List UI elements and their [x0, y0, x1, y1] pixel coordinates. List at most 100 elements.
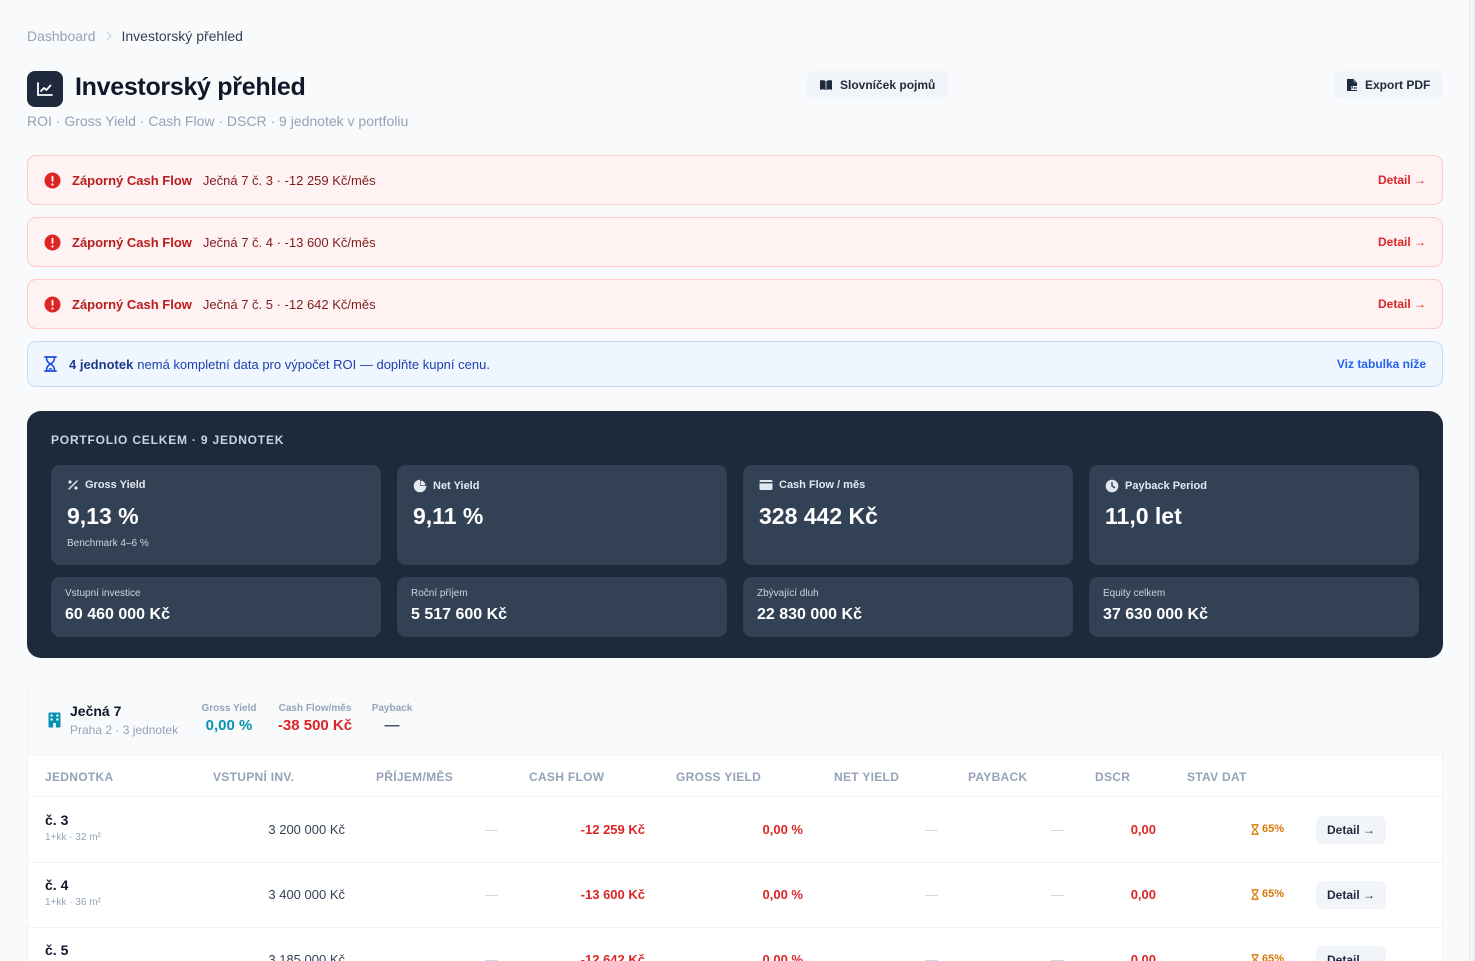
alert-negative-cashflow: Záporný Cash Flow Ječná 7 č. 4 · -13 600… [27, 217, 1443, 267]
stat-value: 5 517 600 Kč [411, 606, 508, 623]
column-header[interactable]: PŘÍJEM/MĚS [376, 770, 453, 784]
investment-cell: 3 400 000 Kč [268, 887, 345, 902]
column-header[interactable]: PAYBACK [968, 770, 1027, 784]
kpi-value: 11,0 let [1105, 503, 1182, 529]
row-detail-button[interactable]: Detail → [1316, 946, 1386, 961]
alert-negative-cashflow: Záporný Cash Flow Ječná 7 č. 5 · -12 642… [27, 279, 1443, 329]
gross-yield-cell: 0,00 % [762, 952, 803, 961]
alert-detail-link[interactable]: Detail → [1378, 173, 1426, 187]
percent-icon [68, 480, 78, 490]
table-row: č. 5 3 185 000 Kč — -12 642 Kč 0,00 % — … [28, 928, 1442, 961]
cash-flow-cell: -12 642 Kč [580, 952, 645, 961]
stat-value: 60 460 000 Kč [65, 606, 170, 623]
portfolio-title: PORTFOLIO CELKEM · 9 JEDNOTEK [51, 433, 285, 447]
alert-detail-link[interactable]: Detail → [1378, 297, 1426, 311]
breadcrumb: Dashboard Investorský přehled [27, 28, 243, 44]
alert-message: Ječná 7 č. 4 · -13 600 Kč/měs [202, 234, 376, 250]
column-header[interactable]: DSCR [1095, 770, 1130, 784]
building-subtitle: Praha 2 · 3 jednotek [70, 723, 179, 737]
building-stat-gross-yield: Gross Yield 0,00 % [199, 703, 259, 734]
net-yield-cell: — [925, 952, 938, 961]
investment-cell: 3 185 000 Kč [268, 952, 345, 961]
column-header[interactable]: STAV DAT [1187, 770, 1247, 784]
trending-chart-icon [27, 71, 63, 107]
info-text: nemá kompletní data pro výpočet ROI — do… [137, 356, 490, 372]
stat-card-investment: Vstupní investice 60 460 000 Kč [51, 577, 381, 637]
glossary-button[interactable]: Slovníček pojmů [807, 71, 948, 99]
breadcrumb-dashboard-link[interactable]: Dashboard [27, 28, 96, 44]
alert-title: Záporný Cash Flow [72, 172, 192, 188]
alert-message: Ječná 7 č. 5 · -12 642 Kč/měs [202, 296, 376, 312]
building-stat-cash-flow: Cash Flow/měs -38 500 Kč [274, 703, 356, 734]
hourglass-icon [1251, 953, 1259, 961]
wallet-icon [759, 480, 773, 490]
net-yield-cell: — [925, 887, 938, 902]
unit-cell: č. 5 [45, 942, 68, 961]
portfolio-summary: PORTFOLIO CELKEM · 9 JEDNOTEK Gross Yiel… [27, 411, 1443, 658]
alert-circle-icon [44, 234, 61, 250]
unit-cell: č. 4 1+kk · 36 m² [45, 877, 101, 908]
stat-label: Cash Flow/měs [278, 703, 352, 714]
page-title: Investorský přehled [75, 73, 306, 101]
unit-meta: 1+kk · 36 m² [45, 897, 101, 908]
column-header[interactable]: CASH FLOW [529, 770, 604, 784]
data-status-value: 65% [1261, 823, 1284, 835]
column-header[interactable]: GROSS YIELD [676, 770, 761, 784]
incomplete-data-banner: 4 jednotek nemá kompletní data pro výpoč… [27, 341, 1443, 387]
page-scrollbar[interactable] [1469, 0, 1475, 961]
column-header[interactable]: VSTUPNÍ INV. [213, 770, 294, 784]
row-detail-button[interactable]: Detail → [1316, 816, 1386, 844]
stat-label: Roční příjem [411, 588, 468, 599]
alert-circle-icon [44, 296, 61, 312]
hourglass-icon [1251, 823, 1259, 835]
clock-icon [1105, 479, 1119, 493]
investment-cell: 3 200 000 Kč [268, 822, 345, 837]
alert-title: Záporný Cash Flow [72, 234, 192, 250]
kpi-card-gross-yield: Gross Yield 9,13 % Benchmark 4–6 % [51, 465, 381, 565]
income-cell: — [485, 887, 498, 902]
stat-label: Vstupní investice [65, 588, 141, 599]
stat-label: Payback [371, 703, 413, 714]
unit-name: č. 3 [45, 812, 69, 828]
income-cell: — [485, 822, 498, 837]
alert-title: Záporný Cash Flow [72, 296, 192, 312]
cash-flow-cell: -13 600 Kč [580, 887, 645, 902]
stat-value: 37 630 000 Kč [1103, 606, 1208, 623]
stat-card-annual-income: Roční příjem 5 517 600 Kč [397, 577, 727, 637]
hourglass-icon [44, 356, 57, 372]
building-card: Ječná 7 Praha 2 · 3 jednotek Gross Yield… [27, 683, 1443, 961]
info-table-link[interactable]: Viz tabulka níže [1337, 357, 1426, 371]
stat-value: 0,00 % [205, 717, 253, 734]
row-detail-button[interactable]: Detail → [1316, 881, 1386, 909]
kpi-value: 328 442 Kč [759, 503, 878, 529]
stat-card-equity: Equity celkem 37 630 000 Kč [1089, 577, 1419, 637]
income-cell: — [485, 952, 498, 961]
stat-label: Zbývající dluh [757, 588, 819, 599]
net-yield-cell: — [925, 822, 938, 837]
alert-detail-link[interactable]: Detail → [1378, 235, 1426, 249]
glossary-button-label: Slovníček pojmů [840, 78, 936, 92]
kpi-value: 9,11 % [413, 503, 484, 529]
pie-chart-icon [413, 479, 427, 493]
data-status-value: 65% [1261, 953, 1284, 961]
export-pdf-button[interactable]: Export PDF [1334, 71, 1443, 99]
page-header: Investorský přehled Slovníček pojmů Expo… [27, 71, 1443, 107]
stat-value: -38 500 Kč [277, 717, 353, 734]
file-pdf-icon [1347, 79, 1358, 91]
kpi-benchmark-note: Benchmark 4–6 % [67, 538, 149, 549]
scrollbar-thumb[interactable] [1470, 0, 1474, 961]
kpi-card-net-yield: Net Yield 9,11 % [397, 465, 727, 565]
payback-cell: — [1051, 887, 1064, 902]
gross-yield-cell: 0,00 % [762, 822, 803, 837]
column-header[interactable]: JEDNOTKA [45, 770, 113, 784]
alert-negative-cashflow: Záporný Cash Flow Ječná 7 č. 3 · -12 259… [27, 155, 1443, 205]
building-stat-payback: Payback — [370, 703, 414, 734]
info-count: 4 jednotek [69, 356, 134, 372]
column-header[interactable]: NET YIELD [834, 770, 899, 784]
payback-cell: — [1051, 952, 1064, 961]
stat-value: — [384, 717, 400, 734]
table-row: č. 4 1+kk · 36 m² 3 400 000 Kč — -13 600… [28, 863, 1442, 928]
building-header[interactable]: Ječná 7 Praha 2 · 3 jednotek Gross Yield… [28, 684, 1442, 756]
hourglass-icon [1251, 888, 1259, 900]
data-status-cell: 65% [1251, 823, 1284, 835]
